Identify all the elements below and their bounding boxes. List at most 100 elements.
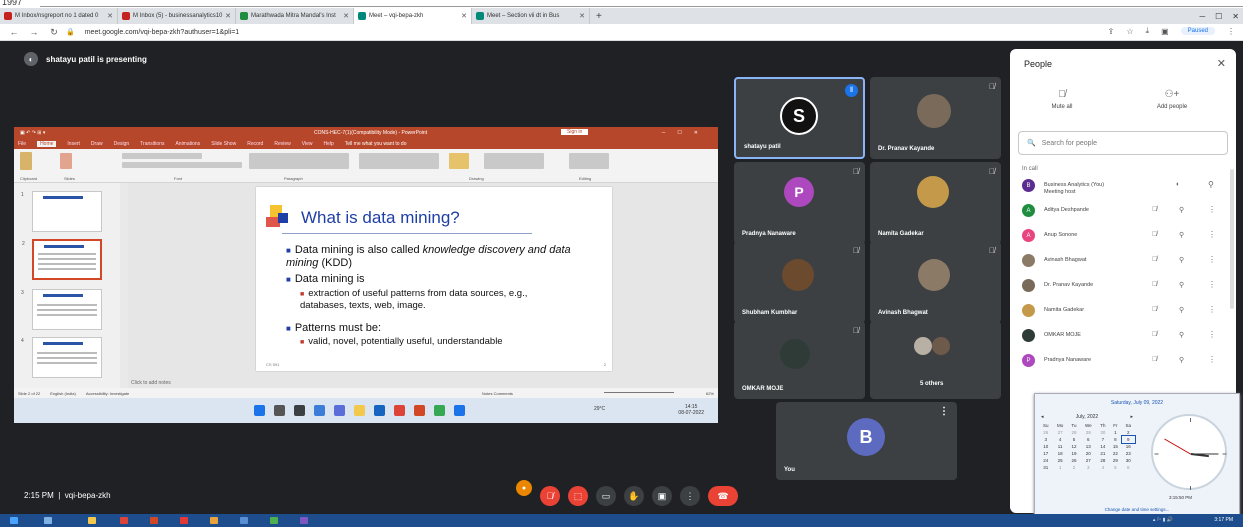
pin-icon[interactable]: ⚲ [1179,206,1184,214]
calendar-day[interactable]: 2 [1122,429,1136,436]
arrange-icon[interactable] [449,153,469,169]
calendar-day[interactable]: 12 [1068,443,1080,450]
reload-icon[interactable]: ↻ [48,27,60,38]
participant-tile[interactable]: P 🎙̸ Pradnya Nanaware [734,162,865,244]
calendar-day[interactable]: 26 [1068,457,1080,464]
slide-thumbnail[interactable]: 3 [21,289,102,330]
find-replace-icons[interactable] [569,153,609,169]
share-icon[interactable]: ⇪ [1108,27,1115,36]
calendar-day[interactable]: 8 [1109,436,1121,443]
ppt-menu-item[interactable]: Design [114,141,130,147]
leave-call-button[interactable]: ☎ [708,486,738,506]
calendar-day[interactable]: 30 [1096,429,1109,436]
browser-tab-active[interactable]: Meet – vqi-bepa-zkh ✕ [354,8,472,24]
participant-row[interactable]: B Business Analytics (You) Meeting host ◐… [1018,174,1228,198]
calendar-day[interactable]: 5 [1068,436,1080,443]
profile-paused-button[interactable]: Paused [1180,27,1215,35]
pin-icon[interactable]: ⚲ [1179,231,1184,239]
participant-row[interactable]: OMKAR MOJE 🎙̸ ⚲ ⋮ [1018,324,1228,348]
participant-row[interactable]: Dr. Pranav Kayande 🎙̸ ⚲ ⋮ [1018,274,1228,298]
calendar-day[interactable]: 29 [1080,429,1096,436]
mute-all-button[interactable]: 🎙̸ Mute all [1032,89,1092,110]
participant-row[interactable]: Namita Gadekar 🎙̸ ⚲ ⋮ [1018,299,1228,323]
app-icon[interactable] [270,517,278,524]
ppt-menu-item[interactable]: Draw [91,141,103,147]
close-icon[interactable]: ✕ [577,12,585,20]
calendar-day[interactable]: 23 [1122,450,1136,457]
calendar-day[interactable]: 17 [1039,450,1052,457]
calendar-day[interactable]: 15 [1109,443,1121,450]
ppt-menu-item[interactable]: View [302,141,313,147]
status-zoom[interactable]: 62% [706,391,714,396]
pin-icon[interactable]: ⚲ [1179,281,1184,289]
font-format-icons[interactable] [122,162,242,168]
calendar-day[interactable]: 22 [1109,450,1121,457]
participant-row[interactable]: A Anup Sonone 🎙̸ ⚲ ⋮ [1018,224,1228,248]
change-date-time-link[interactable]: Change date and time settings... [1035,507,1239,512]
close-icon[interactable]: ✕ [223,12,231,20]
sidebar-icon[interactable]: ▣ [1161,27,1169,36]
status-notes[interactable]: Notes [482,391,492,396]
close-icon[interactable]: ✕ [341,12,349,20]
calendar-day[interactable]: 2 [1068,464,1080,471]
notes-placeholder[interactable]: Click to add notes [131,380,171,386]
ppt-menu-item[interactable]: Slide Show [211,141,236,147]
calendar-day[interactable]: 18 [1052,450,1067,457]
menu-icon[interactable]: ⋮ [1227,27,1235,36]
mic-off-button[interactable]: 🎙̸ [540,486,560,506]
present-button[interactable]: ▣ [652,486,672,506]
ppt-sign-in[interactable]: Sign in [561,129,589,135]
calendar-day[interactable]: 3 [1039,436,1052,443]
participant-row[interactable]: Avinash Bhagwat 🎙̸ ⚲ ⋮ [1018,249,1228,273]
forward-icon[interactable]: → [28,27,40,37]
chrome-icon[interactable] [394,405,405,416]
more-icon[interactable]: ⋮ [1208,330,1216,339]
next-month-icon[interactable]: ▸ [1130,414,1133,420]
close-icon[interactable]: ✕ [105,12,113,20]
participant-tile[interactable]: 5 others [870,321,1001,399]
font-box[interactable] [122,153,202,159]
current-slide[interactable]: What is data mining? ■ Data mining is als… [256,187,612,371]
system-tray-icons[interactable]: ▴ ⚐ ▮ 🔊 [1153,517,1173,523]
folder-icon[interactable] [354,405,365,416]
paragraph-icons[interactable] [249,153,349,169]
captions-button[interactable]: ▭ [596,486,616,506]
folder-icon[interactable] [88,517,96,524]
calendar-day[interactable]: 16 [1122,443,1136,450]
calendar-day[interactable]: 24 [1039,457,1052,464]
self-tile[interactable]: B ⋮ You [776,402,957,480]
pin-icon[interactable]: ⚲ [1208,180,1214,189]
search-icon[interactable] [274,405,285,416]
calendar-day[interactable]: 10 [1039,443,1052,450]
calendar-day[interactable]: 20 [1080,450,1096,457]
calendar-day-today[interactable]: 9 [1120,435,1136,444]
pin-icon[interactable]: ⚲ [1179,331,1184,339]
calendar-day[interactable]: 30 [1122,457,1136,464]
store-icon[interactable] [374,405,385,416]
status-accessibility[interactable]: Accessibility: Investigate [86,391,129,396]
chrome-icon[interactable] [120,517,128,524]
app-icon[interactable] [180,517,188,524]
minimize-icon[interactable]: ─ [1199,12,1205,21]
ppt-menu-item[interactable]: Animations [175,141,200,147]
meet-icon[interactable] [434,405,445,416]
calendar-day[interactable]: 11 [1052,443,1067,450]
windows-clock[interactable]: 3:17 PM [1214,517,1233,523]
ppt-menu-item[interactable]: Help [323,141,333,147]
calendar-day[interactable]: 6 [1122,464,1136,471]
calendar-day[interactable]: 28 [1068,429,1080,436]
calendar-full-date[interactable]: Saturday, July 09, 2022 [1035,400,1239,406]
raise-hand-button[interactable]: ✋ [624,486,644,506]
new-slide-icon[interactable] [60,153,72,169]
slide-thumbnail[interactable]: 1 [21,191,102,232]
shared-screen[interactable]: ▣ ↶ ↷ ⊞ ▾ CONS-HEC-7(1)(Compatibility Mo… [14,127,718,423]
calendar-day[interactable]: 26 [1039,429,1052,436]
start-icon[interactable] [254,405,265,416]
back-icon[interactable]: ← [8,27,20,37]
participant-tile[interactable]: 🎙̸ OMKAR MOJE [734,321,865,399]
app-icon[interactable] [210,517,218,524]
powerpoint-icon[interactable] [150,517,158,524]
ppt-menu-item-active[interactable]: Home [37,141,57,147]
lock-icon[interactable]: 🔒 [66,28,75,36]
calendar-day[interactable]: 25 [1052,457,1067,464]
